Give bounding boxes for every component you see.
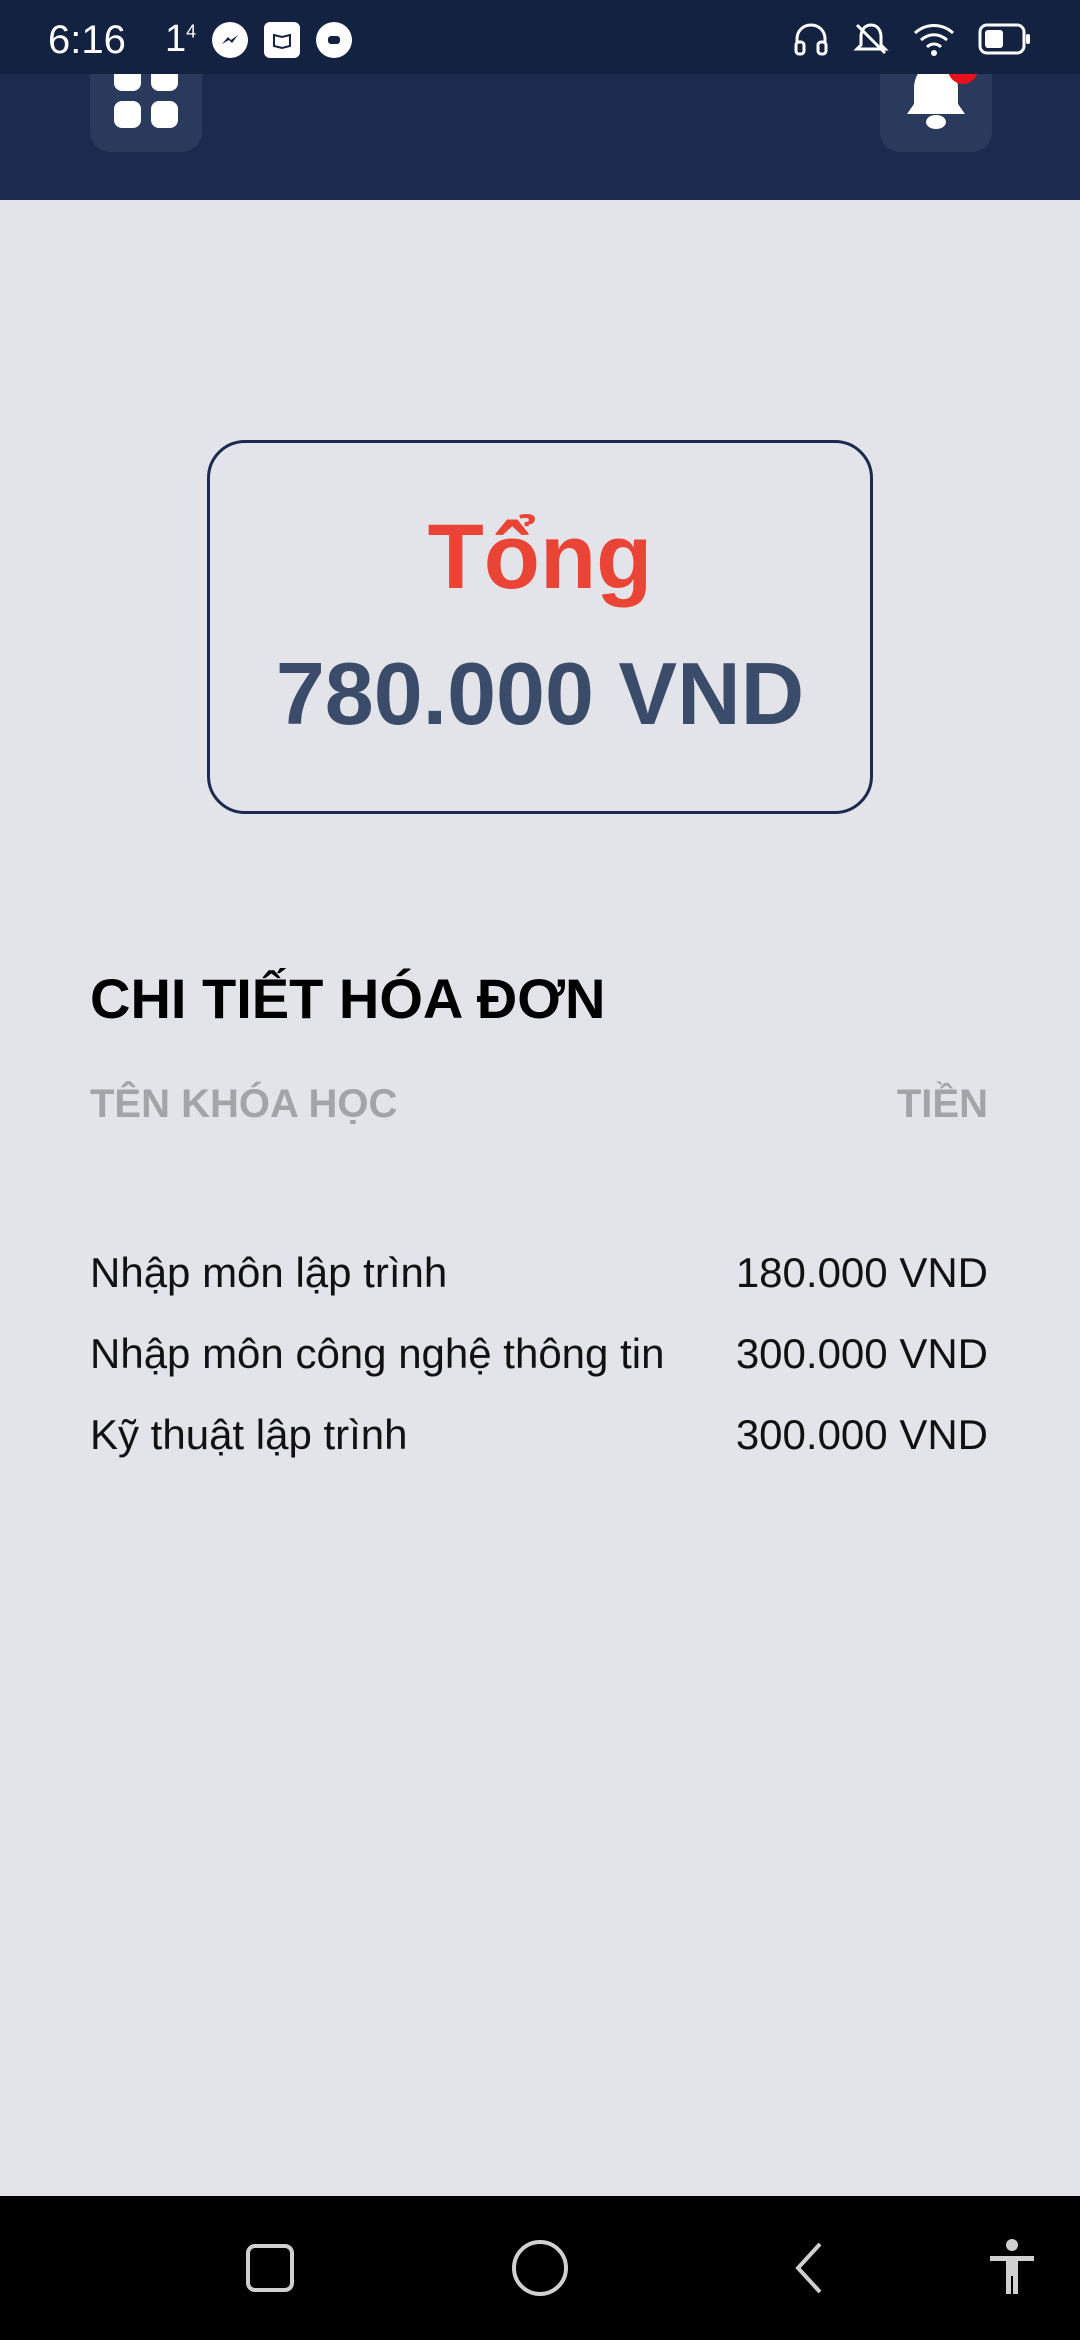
screen: 6:16 14 Tổng 780.000 VND CHI TIẾT HÓA ĐƠ… [0,0,1080,2340]
home-circle-icon [512,2240,568,2296]
status-right-icons [792,20,1032,58]
accessibility-icon [990,2239,1034,2294]
invoice-title: CHI TIẾT HÓA ĐƠN [90,967,606,1030]
home-button[interactable] [504,2232,576,2304]
accessibility-button[interactable] [976,2232,1048,2304]
book-icon [264,22,300,58]
recents-square-icon [246,2244,294,2292]
chat-icon [316,22,352,58]
status-app-icons [212,22,352,58]
course-name: Nhập môn lập trình [90,1248,448,1296]
total-card: Tổng 780.000 VND [207,440,873,814]
total-amount: 780.000 VND [275,644,805,743]
status-bar: 6:16 14 [0,0,1080,74]
course-amount: 300.000 VND [735,1329,988,1377]
invoice-row: Kỹ thuật lập trình 300.000 VND [90,1394,988,1475]
course-name: Kỹ thuật lập trình [90,1410,408,1458]
recents-button[interactable] [234,2232,306,2304]
headphones-icon [794,23,828,56]
course-amount: 180.000 VND [735,1248,988,1296]
back-button[interactable] [774,2232,846,2304]
status-extra: 14 [165,18,197,60]
course-amount: 300.000 VND [735,1410,988,1458]
battery-icon [978,23,1030,55]
status-time: 6:16 [48,18,126,62]
bell-off-icon [853,23,889,55]
invoice-row: Nhập môn công nghệ thông tin 300.000 VND [90,1313,988,1394]
invoice-list: Nhập môn lập trình 180.000 VND Nhập môn … [90,1232,988,1475]
wifi-icon [913,24,955,56]
column-header-amount: TIỀN [896,1082,988,1126]
total-label: Tổng [427,506,653,608]
course-name: Nhập môn công nghệ thông tin [90,1329,665,1377]
invoice-row: Nhập môn lập trình 180.000 VND [90,1232,988,1313]
back-chevron-icon [795,2242,822,2294]
messenger-icon [212,22,248,58]
system-nav-bar [0,2196,1080,2340]
column-header-course: TÊN KHÓA HỌC [90,1082,398,1126]
